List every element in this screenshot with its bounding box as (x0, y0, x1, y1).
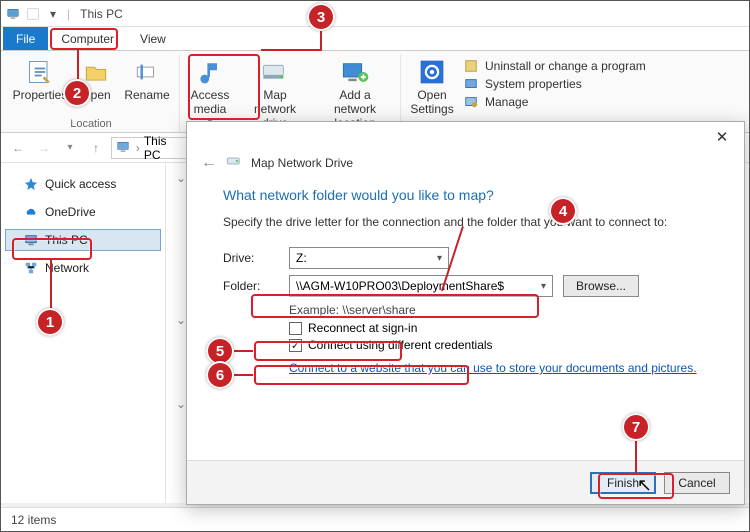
drive-select[interactable]: Z: ▾ (289, 247, 449, 269)
ribbon-properties[interactable]: Properties (9, 55, 71, 105)
qat-placeholder-icon (25, 6, 41, 22)
sidebar-onedrive[interactable]: OneDrive (5, 201, 161, 223)
manage-icon (463, 94, 479, 110)
ribbon-uninstall-label: Uninstall or change a program (485, 59, 646, 73)
pc-icon (5, 6, 21, 22)
reconnect-label: Reconnect at sign-in (308, 321, 417, 335)
ribbon-open[interactable]: Open (73, 55, 119, 105)
sidebar-this-pc[interactable]: This PC (5, 229, 161, 251)
settings-gear-icon (416, 57, 448, 87)
dialog-title: Map Network Drive (251, 156, 353, 170)
status-item-count: 12 items (11, 513, 56, 527)
access-media-icon (194, 57, 226, 87)
uninstall-icon (463, 58, 479, 74)
network-icon (23, 260, 39, 276)
diff-creds-label: Connect using different credentials (308, 338, 493, 352)
folder-label: Folder: (223, 279, 279, 293)
nav-recent-dropdown[interactable]: ▾ (59, 137, 81, 159)
ribbon-open-settings[interactable]: Open Settings (407, 55, 457, 119)
pc-small-icon (116, 140, 132, 156)
tab-view[interactable]: View (127, 27, 179, 50)
qat-dropdown-icon[interactable]: ▾ (45, 6, 61, 22)
ribbon-uninstall[interactable]: Uninstall or change a program (463, 57, 646, 75)
sidebar-onedrive-label: OneDrive (45, 205, 96, 219)
dialog-back-icon[interactable]: ← (201, 154, 217, 172)
ribbon-system-properties[interactable]: System properties (463, 75, 646, 93)
add-network-location-icon (339, 57, 371, 87)
folder-input[interactable]: \\AGM-W10PRO03\DeploymentShare$ ▾ (289, 275, 553, 297)
chevron-down-icon: ⌄ (176, 171, 186, 185)
browse-button[interactable]: Browse... (563, 275, 639, 297)
status-bar: 12 items (1, 507, 749, 531)
nav-forward[interactable]: → (33, 137, 55, 159)
ribbon-group-location-label: Location (70, 118, 112, 132)
dialog-instruction: Specify the drive letter for the connect… (223, 215, 712, 229)
ribbon-open-settings-label: Open Settings (410, 89, 453, 117)
ribbon-rename[interactable]: Rename (121, 55, 173, 105)
sidebar-network-label: Network (45, 261, 89, 275)
nav-sidebar: Quick access OneDrive This PC Network (1, 163, 166, 503)
chevron-down-icon: ▾ (541, 281, 546, 292)
map-network-drive-dialog: ✕ ← Map Network Drive What network folde… (186, 121, 745, 505)
chevron-down-icon: ⌄ (176, 397, 186, 411)
ribbon-properties-label: Properties (13, 89, 68, 103)
reconnect-checkbox[interactable] (289, 322, 302, 335)
store-online-link[interactable]: Connect to a website that you can use to… (289, 361, 697, 375)
dialog-heading: What network folder would you like to ma… (223, 187, 712, 203)
ribbon-open-label: Open (81, 89, 110, 103)
tab-file[interactable]: File (3, 27, 48, 50)
map-network-drive-icon (259, 57, 291, 87)
open-icon (80, 57, 112, 87)
drive-value: Z: (296, 251, 307, 265)
cancel-button[interactable]: Cancel (664, 472, 730, 494)
ribbon-manage-label: Manage (485, 95, 528, 109)
properties-icon (24, 57, 56, 87)
chevron-down-icon: ⌄ (176, 313, 186, 327)
sidebar-network[interactable]: Network (5, 257, 161, 279)
close-button[interactable]: ✕ (708, 126, 736, 148)
system-properties-icon (463, 76, 479, 92)
title-bar: ▾ | This PC (1, 1, 749, 27)
sidebar-this-pc-label: This PC (45, 233, 88, 247)
folder-value: \\AGM-W10PRO03\DeploymentShare$ (296, 279, 504, 293)
chevron-down-icon: ▾ (437, 253, 442, 264)
sidebar-quick-access[interactable]: Quick access (5, 173, 161, 195)
this-pc-icon (23, 232, 39, 248)
ribbon-system-properties-label: System properties (485, 77, 582, 91)
tab-computer[interactable]: Computer (48, 27, 127, 50)
nav-back[interactable]: ← (7, 137, 29, 159)
diff-creds-checkbox[interactable]: ✓ (289, 339, 302, 352)
ribbon-access-media-label: Access media (191, 89, 230, 117)
sidebar-quick-access-label: Quick access (45, 177, 116, 191)
example-text: Example: \\server\share (289, 303, 712, 317)
quick-access-icon (23, 176, 39, 192)
ribbon-access-media[interactable]: Access media▾ (186, 55, 234, 129)
address-box[interactable]: › This PC (111, 137, 191, 159)
ribbon-manage[interactable]: Manage (463, 93, 646, 111)
dialog-drive-icon (225, 152, 243, 173)
finish-button[interactable]: Finish (590, 472, 656, 494)
rename-icon (131, 57, 163, 87)
nav-up[interactable]: ↑ (85, 137, 107, 159)
onedrive-icon (23, 204, 39, 220)
address-location: This PC (144, 134, 186, 162)
menu-tabs: File Computer View (1, 27, 749, 51)
drive-label: Drive: (223, 251, 279, 265)
ribbon-rename-label: Rename (124, 89, 169, 103)
window-title: This PC (80, 7, 123, 21)
